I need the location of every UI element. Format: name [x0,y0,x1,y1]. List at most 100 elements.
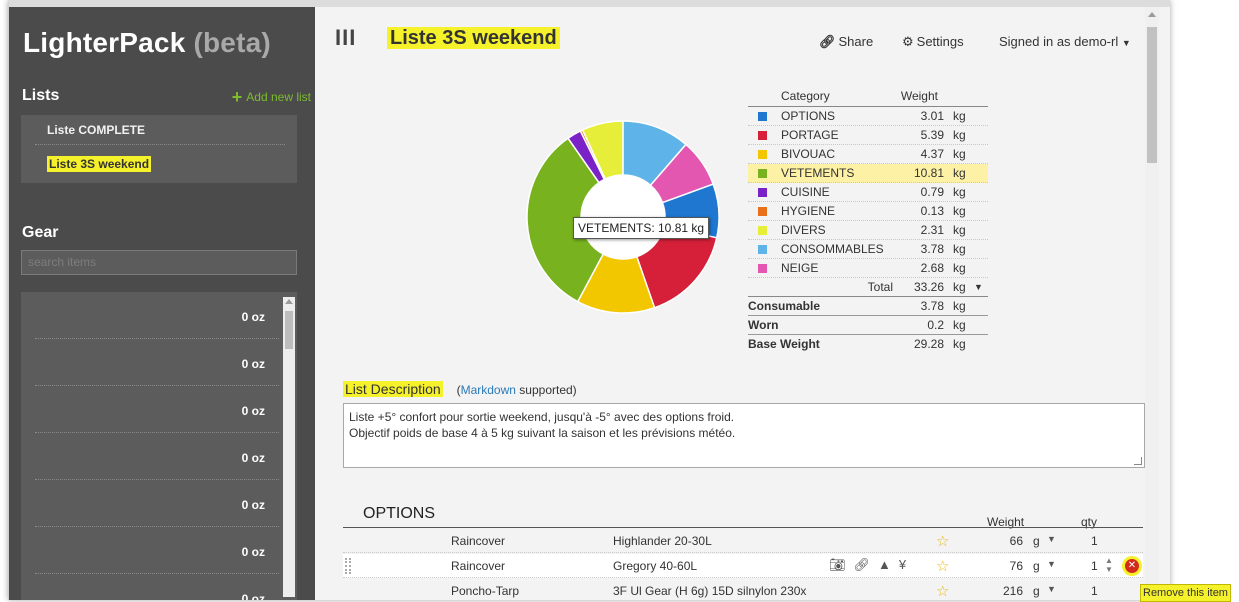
category-unit: kg [953,185,966,199]
main-scrollbar[interactable] [1145,7,1159,600]
total-unit[interactable]: kg [953,278,966,296]
gear-item[interactable]: 0 oz [35,574,279,600]
category-color-swatch[interactable] [758,188,767,197]
star-icon[interactable]: ☆ [936,557,949,575]
category-name: VETEMENTS [781,166,855,180]
unit-chevron-down-icon[interactable]: ▼ [1047,559,1056,569]
main-scrollbar-thumb[interactable] [1147,27,1157,163]
search-items-input[interactable]: search items [21,250,297,275]
category-color-swatch[interactable] [758,112,767,121]
gear-item[interactable]: 0 oz [35,386,279,433]
category-weight: 3.78 [920,242,944,256]
category-name: PORTAGE [781,128,839,142]
camera-icon[interactable]: 📷︎ [829,557,854,572]
category-color-swatch[interactable] [758,226,767,235]
account-menu[interactable]: Signed in as demo-rl ▼ [999,34,1131,49]
item-name[interactable]: Raincover [451,559,505,573]
category-unit: kg [953,242,966,256]
category-color-swatch[interactable] [758,150,767,159]
markdown-note: (Markdown supported) [457,383,577,397]
gear-list: 0 oz 0 oz 0 oz 0 oz 0 oz 0 oz 0 oz [21,292,297,600]
item-description[interactable]: Highlander 20-30L [613,534,712,548]
menu-toggle-icon[interactable]: III [335,25,356,51]
qty-stepper-icon[interactable]: ▲ ▼ [1105,556,1113,574]
summary-category-row[interactable]: PORTAGE 5.39 kg [748,126,988,145]
summary-category-row[interactable]: BIVOUAC 4.37 kg [748,145,988,164]
list-description-textarea[interactable]: Liste +5° confort pour sortie weekend, j… [343,403,1145,468]
category-name: NEIGE [781,261,819,275]
gear-item-weight: 0 oz [241,451,265,465]
list-title[interactable]: Liste 3S weekend [387,27,560,50]
unit-chevron-down-icon[interactable]: ▼ [1047,534,1056,544]
item-description[interactable]: Gregory 40-60L [613,559,697,573]
brand-logo[interactable]: LighterPack (beta) [23,27,271,59]
link-icon[interactable]: 🔗︎ [854,557,879,572]
gear-item[interactable]: 0 oz [35,292,279,339]
list-item-liste-3s-weekend[interactable]: Liste 3S weekend [35,149,285,179]
category-color-swatch[interactable] [758,169,767,178]
item-weight[interactable]: 66 [995,534,1023,548]
item-weight[interactable]: 76 [995,559,1023,573]
summary-category-row[interactable]: OPTIONS 3.01 kg [748,107,988,126]
remove-item-button[interactable]: ✕ [1122,556,1142,576]
item-description[interactable]: 3F Ul Gear (H 6g) 15D silnylon 230x [613,584,806,598]
category-color-swatch[interactable] [758,245,767,254]
summary-category-row[interactable]: NEIGE 2.68 kg [748,259,988,278]
total-value: 33.26 [913,280,944,294]
item-weight[interactable]: 216 [995,584,1023,598]
markdown-link[interactable]: Markdown [461,383,516,397]
category-weight: 0.79 [920,185,944,199]
item-name[interactable]: Poncho-Tarp [451,584,519,598]
star-icon[interactable]: ☆ [936,582,949,600]
gear-scrollbar-thumb[interactable] [285,311,293,349]
item-row[interactable]: Raincover Highlander 20-30L ☆ 66 g ▼ 1 [343,529,1143,553]
gear-item[interactable]: 0 oz [35,433,279,480]
summary-base-weight-row: Base Weight 29.28 kg [748,335,988,354]
unit-chevron-down-icon[interactable]: ▼ [974,278,983,296]
gear-item[interactable]: 0 oz [35,339,279,386]
item-weight-unit[interactable]: g [1033,584,1040,598]
summary-category-row[interactable]: CONSOMMABLES 3.78 kg [748,240,988,259]
gear-heading: Gear [22,224,59,241]
gear-item[interactable]: 0 oz [35,527,279,574]
category-name: BIVOUAC [781,147,836,161]
item-qty[interactable]: 1 [1091,584,1098,598]
category-color-swatch[interactable] [758,207,767,216]
worn-shirt-icon[interactable]: ▲ [878,557,899,572]
category-unit: kg [953,261,966,275]
item-qty[interactable]: 1 [1091,534,1098,548]
summary-category-row[interactable]: HYGIENE 0.13 kg [748,202,988,221]
category-heading-options[interactable]: OPTIONS [363,505,435,523]
share-button[interactable]: 🔗︎ Share [819,34,873,50]
settings-button[interactable]: ⚙ Settings [902,34,964,50]
share-label: Share [838,34,874,49]
category-color-swatch[interactable] [758,264,767,273]
scroll-up-icon[interactable] [285,299,293,304]
item-qty[interactable]: 1 [1091,559,1098,573]
add-new-list-label: Add new list [246,90,311,104]
category-name: HYGIENE [781,204,836,218]
summary-category-row[interactable]: DIVERS 2.31 kg [748,221,988,240]
gear-scrollbar[interactable] [283,297,295,597]
list-item-label: Liste 3S weekend [47,156,152,172]
gear-item[interactable]: 0 oz [35,480,279,527]
summary-category-row[interactable]: CUISINE 0.79 kg [748,183,988,202]
summary-category-row[interactable]: VETEMENTS 10.81 kg [748,164,988,183]
consumable-label: Consumable [748,299,821,313]
category-color-swatch[interactable] [758,131,767,140]
drag-handle-icon[interactable] [345,558,351,574]
description-line-1: Liste +5° confort pour sortie weekend, j… [349,410,735,424]
star-icon[interactable]: ☆ [936,532,949,550]
unit-chevron-down-icon[interactable]: ▼ [1047,584,1056,594]
item-name[interactable]: Raincover [451,534,505,548]
item-row-hovered[interactable]: Raincover Gregory 40-60L 📷︎🔗︎▲¥ ☆ 76 g ▼… [343,554,1143,578]
item-weight-unit[interactable]: g [1033,559,1040,573]
scroll-up-icon[interactable] [1148,12,1156,17]
item-weight-unit[interactable]: g [1033,534,1040,548]
add-new-list-button[interactable]: + Add new list [232,87,311,108]
resize-handle-icon[interactable] [1134,457,1142,465]
consumable-fork-icon[interactable]: ¥ [899,557,914,572]
category-name: OPTIONS [781,109,836,123]
list-item-liste-complete[interactable]: Liste COMPLETE [35,115,285,145]
item-row[interactable]: Poncho-Tarp 3F Ul Gear (H 6g) 15D silnyl… [343,579,1143,600]
